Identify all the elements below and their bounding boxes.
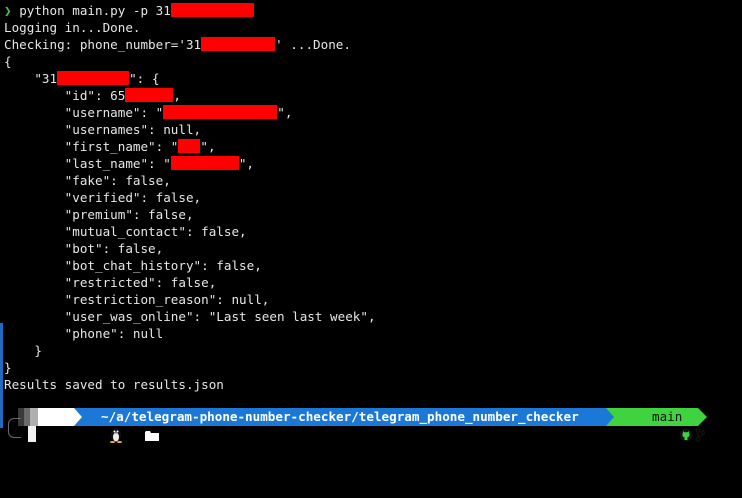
command-line: ❯ python main.py -p 31 (4, 2, 254, 19)
output-login: Logging in...Done. (4, 20, 141, 35)
json-last-name-line: "last_name": " ", (4, 155, 254, 172)
json-id-suffix: , (173, 88, 181, 103)
path-segment[interactable]: ~/a/telegram-phone-number-checker/telegr… (74, 408, 606, 441)
redaction-block (178, 139, 201, 153)
os-segment (38, 408, 122, 443)
json-first-name-line: "first_name": " ", (4, 138, 216, 155)
command-text: python main.py -p 31 (19, 3, 171, 18)
output-results: Results saved to results.json (4, 377, 224, 392)
git-segment: main (606, 408, 705, 442)
json-user-was-online-line: "user_was_online": "Last seen last week"… (4, 309, 376, 324)
path-text: ~/a/telegram-phone-number-checker/telegr… (101, 409, 579, 424)
json-usernames-line: "usernames": null, (4, 122, 202, 137)
json-username-prefix: "username": " (4, 105, 164, 120)
json-username-line: "username": " ", (4, 104, 292, 121)
json-last-name-suffix: ", (238, 156, 254, 171)
json-id-prefix: "id": 65 (4, 88, 126, 103)
text-cursor[interactable] (28, 426, 36, 442)
prompt-chevron-icon: ❯ (4, 3, 12, 18)
powerline-shade-3 (30, 408, 38, 426)
json-username-suffix: ", (277, 105, 293, 120)
json-first-name-suffix: ", (200, 139, 216, 154)
terminal-window[interactable]: ❯ python main.py -p 31 Logging in...Done… (0, 0, 742, 450)
json-fake-line: "fake": false, (4, 173, 171, 188)
powerline-prompt: ~/a/telegram-phone-number-checker/telegr… (0, 408, 742, 443)
redaction-block (170, 3, 254, 17)
json-bot-line: "bot": false, (4, 241, 164, 256)
json-brace-open: { (4, 54, 12, 69)
powerline-end-arrow (698, 408, 707, 426)
json-first-name-prefix: "first_name": " (4, 139, 179, 154)
output-checking: Checking: phone_number='31 ' ...Done. (4, 36, 351, 53)
json-phone-line: "phone": null (4, 326, 164, 341)
checking-suffix: ' ...Done. (275, 37, 351, 52)
json-bot-chat-history-line: "bot_chat_history": false, (4, 258, 262, 273)
redaction-block (163, 105, 278, 119)
powerline-separator (606, 408, 614, 426)
prompt-corner (8, 418, 21, 438)
redaction-block (57, 71, 130, 85)
json-verified-line: "verified": false, (4, 190, 202, 205)
json-id-line: "id": 65, (4, 87, 181, 104)
redaction-block (170, 156, 239, 170)
powerline-separator (74, 408, 82, 426)
redaction-block (201, 37, 276, 51)
json-inner-close: } (4, 343, 42, 358)
checking-prefix: Checking: phone_number='31 (4, 37, 202, 52)
json-mutual-contact-line: "mutual_contact": false, (4, 224, 247, 239)
json-restricted-line: "restricted": false, (4, 275, 217, 290)
json-key-suffix: ": { (129, 71, 160, 86)
branch-name: main (652, 409, 683, 424)
json-key-prefix: "31 (4, 71, 58, 86)
json-outer-close: } (4, 360, 12, 375)
json-key-line: "31 ": { (4, 70, 159, 87)
json-premium-line: "premium": false, (4, 207, 194, 222)
json-last-name-prefix: "last_name": " (4, 156, 171, 171)
redaction-block (125, 88, 174, 102)
json-restriction-reason-line: "restriction_reason": null, (4, 292, 270, 307)
